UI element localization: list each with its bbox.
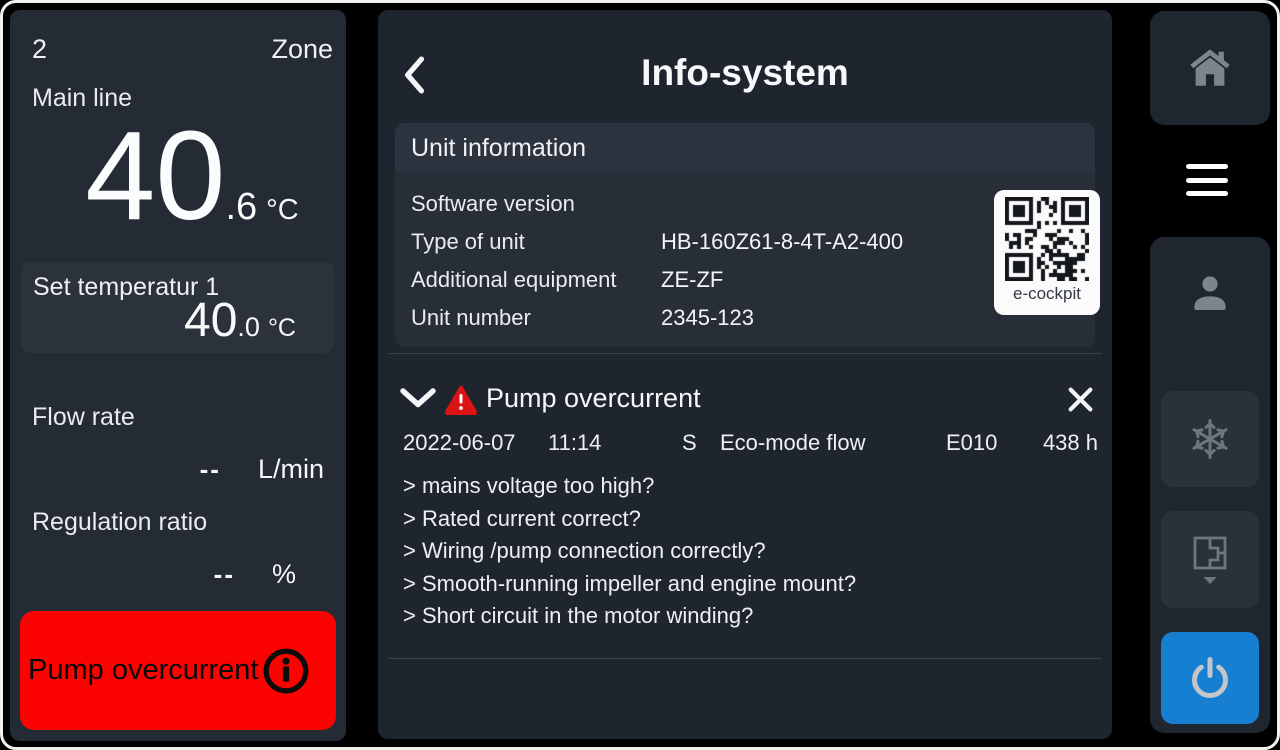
alarm-banner-button[interactable]: Pump overcurrent	[20, 611, 336, 730]
power-icon	[1188, 656, 1232, 700]
alarm-banner-label: Pump overcurrent	[28, 654, 259, 687]
troubleshooting-item: > Wiring /pump connection correctly?	[403, 535, 1092, 568]
flow-rate-unit: L/min	[258, 454, 324, 485]
zone-header: 2 Zone	[32, 34, 333, 65]
unit-info-row: Additional equipment ZE-ZF	[411, 261, 1083, 299]
alarm-detail-row: 2022-06-07 11:14 S Eco-mode flow E010 43…	[403, 430, 1098, 456]
main-line-temperature: 40 .6 °C	[10, 118, 346, 234]
info-icon	[261, 646, 311, 696]
user-button[interactable]	[1150, 243, 1270, 343]
troubleshooting-list: > mains voltage too high? > Rated curren…	[403, 470, 1092, 633]
regulation-ratio-value: -- %	[32, 559, 324, 590]
alarm-title: Pump overcurrent	[486, 383, 701, 414]
info-system-panel: Info-system Unit information Software ve…	[378, 10, 1112, 739]
alarm-date: 2022-06-07	[403, 430, 548, 456]
snowflake-icon	[1186, 415, 1234, 463]
alarm-message: Eco-mode flow	[720, 430, 946, 456]
power-button[interactable]	[1161, 632, 1259, 724]
troubleshooting-item: > mains voltage too high?	[403, 470, 1092, 503]
chevron-down-icon	[400, 388, 436, 408]
zone-number: 2	[32, 34, 47, 65]
qr-label: e-cockpit	[1013, 284, 1081, 304]
menu-icon	[1186, 164, 1228, 169]
divider	[388, 658, 1102, 659]
close-icon	[1067, 386, 1094, 413]
close-alarm-button[interactable]	[1063, 382, 1098, 420]
set-temperature-card[interactable]: Set temperatur 1 40 .0 °C	[21, 262, 334, 353]
divider	[388, 353, 1102, 354]
cooling-button[interactable]	[1161, 391, 1259, 487]
collapse-alarm-button[interactable]	[396, 384, 440, 415]
alarm-flag: S	[682, 430, 720, 456]
flow-rate-value: -- L/min	[32, 454, 324, 485]
unit-info-row: Software version	[411, 185, 1083, 223]
temp-decimal: .6	[225, 186, 257, 229]
temp-integer: 40	[85, 118, 225, 234]
unit-info-row: Unit number 2345-123	[411, 299, 1083, 337]
sidebar-bottom-section	[1150, 237, 1270, 733]
troubleshooting-item: > Short circuit in the motor winding?	[403, 600, 1092, 633]
unit-information-header: Unit information	[395, 123, 1095, 173]
unit-information-rows: Software version Type of unit HB-160Z61-…	[411, 185, 1083, 337]
set-temperature-value: 40 .0 °C	[184, 297, 296, 345]
zone-status-panel: 2 Zone Main line 40 .6 °C Set temperatur…	[10, 10, 346, 741]
regulation-ratio-unit: %	[272, 559, 296, 590]
troubleshooting-item: > Smooth-running impeller and engine mou…	[403, 568, 1092, 601]
sidebar-top-section	[1150, 11, 1270, 125]
e-cockpit-qr-card[interactable]: e-cockpit	[994, 190, 1100, 315]
flow-rate-label: Flow rate	[32, 403, 135, 432]
user-icon	[1188, 271, 1232, 315]
alarm-header-row: Pump overcurrent	[378, 376, 1112, 426]
zone-label: Zone	[271, 34, 333, 65]
zone-select-button[interactable]	[1161, 511, 1259, 608]
page-title: Info-system	[378, 52, 1112, 94]
home-icon	[1187, 45, 1233, 91]
warning-icon	[444, 384, 478, 415]
menu-button[interactable]	[1150, 127, 1263, 233]
alarm-code: E010	[946, 430, 1003, 456]
sidebar-active-item	[1150, 127, 1263, 233]
temp-unit: °C	[266, 194, 299, 227]
alarm-time: 11:14	[548, 430, 682, 456]
zone-select-icon	[1186, 533, 1234, 587]
qr-code	[1005, 197, 1089, 281]
home-button[interactable]	[1150, 11, 1270, 125]
troubleshooting-item: > Rated current correct?	[403, 503, 1092, 536]
alarm-hours: 438 h	[1003, 430, 1098, 456]
unit-info-row: Type of unit HB-160Z61-8-4T-A2-400	[411, 223, 1083, 261]
regulation-ratio-label: Regulation ratio	[32, 508, 207, 537]
unit-information-card: Unit information Software version Type o…	[395, 123, 1095, 347]
